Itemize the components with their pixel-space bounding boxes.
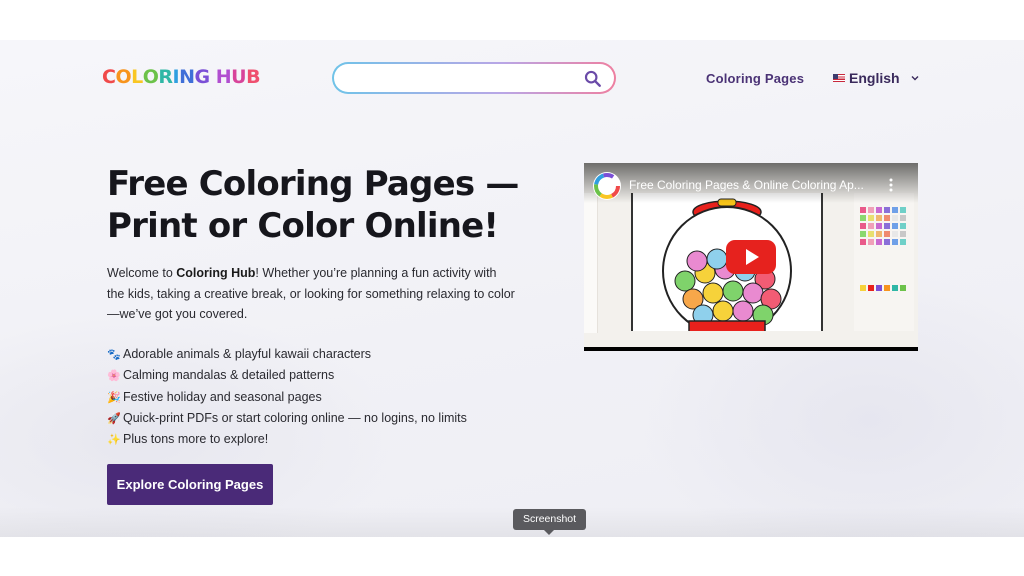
bottom-shadow bbox=[0, 507, 1024, 537]
color-swatch bbox=[868, 223, 874, 229]
color-swatch bbox=[876, 285, 882, 291]
color-swatch bbox=[892, 285, 898, 291]
gumball bbox=[722, 280, 744, 302]
list-item: 🚀 Quick-print PDFs or start coloring onli… bbox=[107, 408, 467, 429]
color-swatch bbox=[900, 231, 906, 237]
channel-logo-icon bbox=[594, 173, 620, 199]
search-bar[interactable] bbox=[332, 62, 616, 94]
color-swatch bbox=[884, 231, 890, 237]
logo-letter: I bbox=[172, 66, 180, 88]
gumball bbox=[706, 248, 728, 270]
search-icon[interactable] bbox=[584, 70, 602, 88]
paw-icon: 🐾 bbox=[107, 349, 121, 361]
gumball bbox=[674, 270, 696, 292]
color-swatch bbox=[876, 223, 882, 229]
youtube-play-icon[interactable] bbox=[746, 249, 759, 265]
video-embed[interactable]: Free Coloring Pages & Online Coloring Ap… bbox=[584, 163, 918, 351]
color-swatch bbox=[868, 215, 874, 221]
page: COLORING HUB Coloring Pages English Free… bbox=[0, 40, 1024, 537]
color-swatch bbox=[900, 215, 906, 221]
color-swatch bbox=[892, 239, 898, 245]
feature-text: Quick-print PDFs or start coloring onlin… bbox=[123, 410, 467, 425]
gumball bbox=[742, 282, 764, 304]
logo-letter: O bbox=[115, 66, 132, 88]
color-swatch bbox=[884, 223, 890, 229]
color-swatch bbox=[860, 223, 866, 229]
color-swatch bbox=[860, 285, 866, 291]
color-swatch bbox=[876, 239, 882, 245]
video-title[interactable]: Free Coloring Pages & Online Coloring Ap… bbox=[629, 178, 879, 192]
flower-icon: 🌸 bbox=[107, 370, 121, 383]
logo-letter: N bbox=[179, 66, 195, 88]
color-swatch bbox=[868, 207, 874, 213]
feature-text: Calming mandalas & detailed patterns bbox=[123, 368, 335, 383]
color-swatch bbox=[892, 207, 898, 213]
logo-letter: U bbox=[231, 66, 247, 88]
intro-paragraph: Welcome to Coloring Hub! Whether you’re … bbox=[107, 263, 517, 325]
feature-text: Festive holiday and seasonal pages bbox=[123, 389, 322, 404]
logo-letter: B bbox=[246, 66, 261, 88]
feature-text: Plus tons more to explore! bbox=[123, 432, 269, 447]
screenshot-tooltip: Screenshot bbox=[513, 509, 586, 535]
logo-letter: C bbox=[102, 66, 116, 88]
more-options-icon[interactable] bbox=[888, 178, 894, 192]
feature-list: 🐾 Adorable animals & playful kawaii chara… bbox=[107, 344, 467, 450]
sparkles-icon: ✨ bbox=[107, 434, 121, 447]
toolbar-preview bbox=[584, 193, 598, 333]
gumball bbox=[686, 250, 708, 272]
color-swatch bbox=[868, 231, 874, 237]
feature-text: Adorable animals & playful kawaii charac… bbox=[123, 347, 372, 361]
color-swatch bbox=[900, 207, 906, 213]
color-swatch bbox=[876, 215, 882, 221]
logo-letter: G bbox=[194, 66, 211, 88]
color-swatch bbox=[900, 239, 906, 245]
brand-name: Coloring Hub bbox=[176, 266, 256, 280]
intro-text: Welcome to bbox=[107, 266, 177, 280]
gumball bbox=[702, 282, 724, 304]
logo-letter: R bbox=[158, 66, 173, 88]
rocket-icon: 🚀 bbox=[107, 412, 121, 425]
color-swatch bbox=[860, 239, 866, 245]
gumball bbox=[732, 300, 754, 322]
palette-preview bbox=[854, 193, 914, 331]
us-flag-icon bbox=[833, 74, 845, 82]
title-line-1: Free Coloring Pages — bbox=[107, 164, 519, 204]
list-item: 🐾 Adorable animals & playful kawaii chara… bbox=[107, 344, 467, 365]
explore-coloring-pages-button[interactable]: Explore Coloring Pages bbox=[107, 464, 273, 505]
channel-avatar[interactable] bbox=[593, 172, 621, 200]
language-label: English bbox=[849, 70, 900, 86]
search-input[interactable] bbox=[346, 68, 576, 88]
color-swatch bbox=[892, 215, 898, 221]
color-swatch bbox=[876, 231, 882, 237]
list-item: 🎉 Festive holiday and seasonal pages bbox=[107, 387, 467, 408]
color-swatch bbox=[860, 231, 866, 237]
list-item: ✨ Plus tons more to explore! bbox=[107, 429, 467, 450]
color-swatch bbox=[876, 207, 882, 213]
language-selector[interactable]: English bbox=[833, 70, 920, 86]
color-swatch bbox=[868, 239, 874, 245]
color-swatch bbox=[884, 239, 890, 245]
title-line-2: Print or Color Online! bbox=[107, 206, 499, 246]
list-item: 🌸 Calming mandalas & detailed patterns bbox=[107, 365, 467, 386]
nav-coloring-pages[interactable]: Coloring Pages bbox=[706, 71, 804, 86]
color-swatch bbox=[860, 207, 866, 213]
color-swatch bbox=[884, 207, 890, 213]
logo-letter: L bbox=[131, 66, 143, 88]
color-swatch bbox=[900, 285, 906, 291]
color-swatch bbox=[892, 223, 898, 229]
color-swatch bbox=[884, 285, 890, 291]
gumball bbox=[712, 300, 734, 322]
color-swatch bbox=[868, 285, 874, 291]
color-swatch bbox=[892, 231, 898, 237]
color-swatch bbox=[884, 215, 890, 221]
party-icon: 🎉 bbox=[107, 391, 121, 404]
logo-letter: O bbox=[142, 66, 159, 88]
color-swatch bbox=[860, 215, 866, 221]
logo-letter: H bbox=[215, 66, 232, 88]
color-swatch bbox=[900, 223, 906, 229]
page-title: Free Coloring Pages — Print or Color Onl… bbox=[107, 163, 547, 247]
chevron-down-icon bbox=[911, 76, 919, 81]
site-logo[interactable]: COLORING HUB bbox=[102, 66, 261, 88]
